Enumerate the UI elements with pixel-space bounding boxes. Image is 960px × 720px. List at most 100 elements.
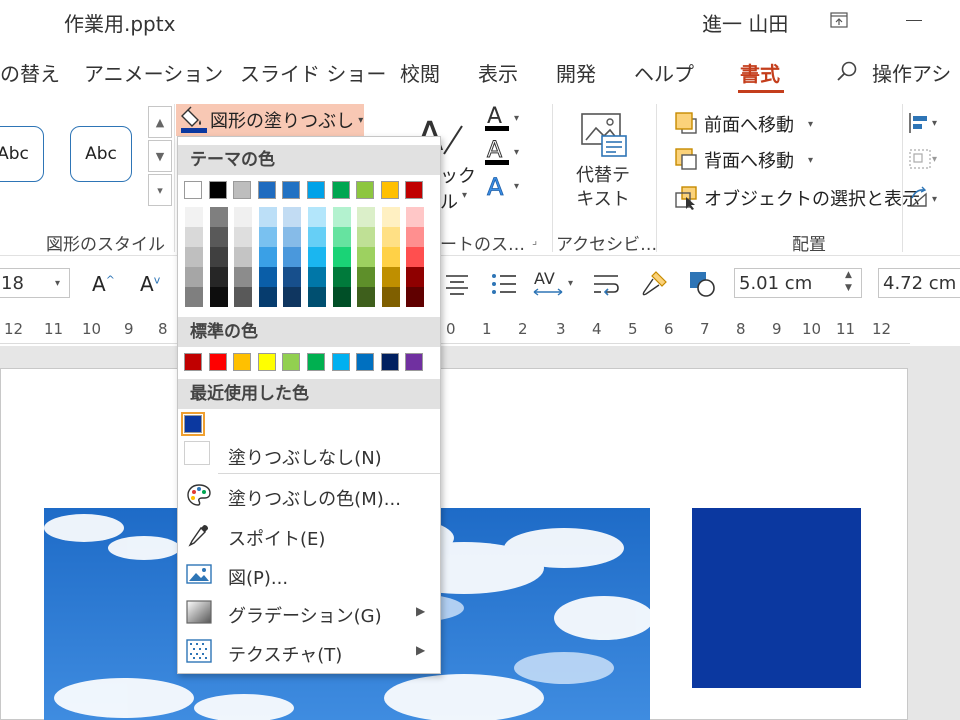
theme-color-swatch[interactable] xyxy=(331,181,350,199)
theme-tint-swatch[interactable] xyxy=(406,247,425,267)
shape-width-field[interactable]: 4.72 cm xyxy=(878,268,960,298)
theme-tint-swatch[interactable] xyxy=(185,247,203,267)
chevron-down-icon[interactable]: ▾ xyxy=(462,190,467,201)
theme-tint-swatch[interactable] xyxy=(234,207,253,227)
theme-color-swatch[interactable] xyxy=(233,181,252,199)
picture-fill-item[interactable]: 図(P)... xyxy=(178,555,440,593)
theme-tint-swatch[interactable] xyxy=(406,207,425,227)
tab-review[interactable]: 校閲 xyxy=(400,58,440,87)
theme-tint-swatch[interactable] xyxy=(185,287,203,307)
theme-tint-swatch[interactable] xyxy=(357,287,376,307)
theme-tint-swatch[interactable] xyxy=(283,227,302,247)
text-direction-icon[interactable] xyxy=(592,272,620,296)
theme-tint-swatch[interactable] xyxy=(209,207,228,227)
theme-tint-swatch[interactable] xyxy=(308,287,326,307)
theme-tint-swatch[interactable] xyxy=(406,227,425,247)
theme-tint-swatch[interactable] xyxy=(283,207,302,227)
theme-tint-swatch[interactable] xyxy=(357,207,376,227)
increase-font-icon[interactable]: A^ xyxy=(92,272,115,296)
recent-color-swatch[interactable] xyxy=(181,412,205,436)
standard-color-swatch[interactable] xyxy=(208,353,227,371)
tell-me-search[interactable]: 操作アシ xyxy=(872,58,951,87)
font-size-select[interactable]: 18 ▾ xyxy=(0,268,70,298)
theme-tint-swatch[interactable] xyxy=(234,227,253,247)
standard-color-swatch[interactable] xyxy=(257,353,276,371)
theme-tint-swatch[interactable] xyxy=(209,267,228,287)
spinner-icon[interactable]: ▲ ▼ xyxy=(845,269,852,295)
theme-tint-swatch[interactable] xyxy=(357,227,376,247)
no-fill-item[interactable]: 塗りつぶしなし(N) xyxy=(178,435,440,473)
rotate-icon[interactable]: ▾ xyxy=(908,186,944,210)
shape-style-thumb[interactable]: Abc xyxy=(0,126,44,182)
theme-color-swatch[interactable] xyxy=(282,181,301,199)
theme-tint-swatch[interactable] xyxy=(406,267,425,287)
bullets-icon[interactable] xyxy=(490,272,518,296)
text-effects-button[interactable]: A ▾ xyxy=(484,172,524,201)
standard-color-swatch[interactable] xyxy=(307,353,325,371)
user-name[interactable]: 進一 山田 xyxy=(702,8,788,37)
ribbon-display-options-icon[interactable] xyxy=(830,12,848,28)
text-outline-button[interactable]: A ▾ xyxy=(484,138,524,166)
theme-tint-swatch[interactable] xyxy=(258,287,277,307)
theme-tint-swatch[interactable] xyxy=(381,267,400,287)
standard-color-swatch[interactable] xyxy=(356,353,375,371)
eyedropper-item[interactable]: スポイト(E) xyxy=(178,516,440,554)
theme-tint-swatch[interactable] xyxy=(185,227,203,247)
theme-color-swatch[interactable] xyxy=(208,181,227,199)
tab-animations[interactable]: アニメーション xyxy=(84,58,223,87)
shape-outline-icon[interactable] xyxy=(688,270,718,298)
theme-tint-swatch[interactable] xyxy=(308,267,326,287)
standard-color-swatch[interactable] xyxy=(282,353,301,371)
theme-tint-swatch[interactable] xyxy=(332,227,351,247)
decrease-font-icon[interactable]: Av xyxy=(140,272,160,296)
theme-tint-swatch[interactable] xyxy=(381,287,400,307)
theme-tint-swatch[interactable] xyxy=(234,247,253,267)
shape-style-thumb[interactable]: Abc xyxy=(70,126,132,182)
format-painter-icon[interactable] xyxy=(640,270,668,298)
standard-color-swatch[interactable] xyxy=(331,353,350,371)
theme-tint-swatch[interactable] xyxy=(209,247,228,267)
more-fill-colors-item[interactable]: 塗りつぶしの色(M)... xyxy=(178,476,440,514)
text-fill-button[interactable]: A ▾ xyxy=(484,104,524,132)
theme-tint-swatch[interactable] xyxy=(308,227,326,247)
standard-color-swatch[interactable] xyxy=(233,353,252,371)
tab-format[interactable]: 書式 xyxy=(740,58,780,87)
theme-tint-swatch[interactable] xyxy=(234,287,253,307)
gallery-up-icon[interactable]: ▲ xyxy=(148,106,172,138)
search-icon[interactable] xyxy=(836,60,858,82)
gallery-more-icon[interactable]: ▾ xyxy=(148,174,172,206)
theme-tint-swatch[interactable] xyxy=(332,267,351,287)
selection-pane-button[interactable]: オブジェクトの選択と表示 xyxy=(674,184,920,212)
theme-tint-swatch[interactable] xyxy=(381,247,400,267)
theme-tint-swatch[interactable] xyxy=(308,207,326,227)
theme-tint-swatch[interactable] xyxy=(258,227,277,247)
theme-tint-swatch[interactable] xyxy=(332,287,351,307)
theme-color-swatch[interactable] xyxy=(307,181,325,199)
align-center-icon[interactable] xyxy=(444,272,470,296)
theme-tint-swatch[interactable] xyxy=(185,267,203,287)
bring-forward-button[interactable]: 前面へ移動 ▾ xyxy=(674,110,813,138)
group-objects-icon[interactable]: ▾ xyxy=(908,148,944,170)
tab-help[interactable]: ヘルプ xyxy=(634,58,694,87)
theme-tint-swatch[interactable] xyxy=(209,287,228,307)
tab-transitions[interactable]: の替え xyxy=(0,58,60,87)
theme-color-swatch[interactable] xyxy=(356,181,375,199)
gradient-fill-item[interactable]: グラデーション(G) ▶ xyxy=(178,593,440,631)
theme-tint-swatch[interactable] xyxy=(283,247,302,267)
theme-tint-swatch[interactable] xyxy=(258,267,277,287)
standard-color-swatch[interactable] xyxy=(405,353,424,371)
theme-tint-swatch[interactable] xyxy=(332,247,351,267)
theme-tint-swatch[interactable] xyxy=(209,227,228,247)
theme-color-swatch[interactable] xyxy=(257,181,276,199)
character-spacing-icon[interactable]: AV ▾ xyxy=(532,268,580,300)
theme-tint-swatch[interactable] xyxy=(406,287,425,307)
theme-tint-swatch[interactable] xyxy=(234,267,253,287)
theme-tint-swatch[interactable] xyxy=(283,267,302,287)
tab-developer[interactable]: 開発 xyxy=(556,58,596,87)
minimize-icon[interactable] xyxy=(906,20,922,21)
theme-tint-swatch[interactable] xyxy=(381,227,400,247)
texture-fill-item[interactable]: テクスチャ(T) ▶ xyxy=(178,632,440,670)
theme-tint-swatch[interactable] xyxy=(308,247,326,267)
theme-tint-swatch[interactable] xyxy=(258,247,277,267)
gallery-down-icon[interactable]: ▼ xyxy=(148,140,172,172)
